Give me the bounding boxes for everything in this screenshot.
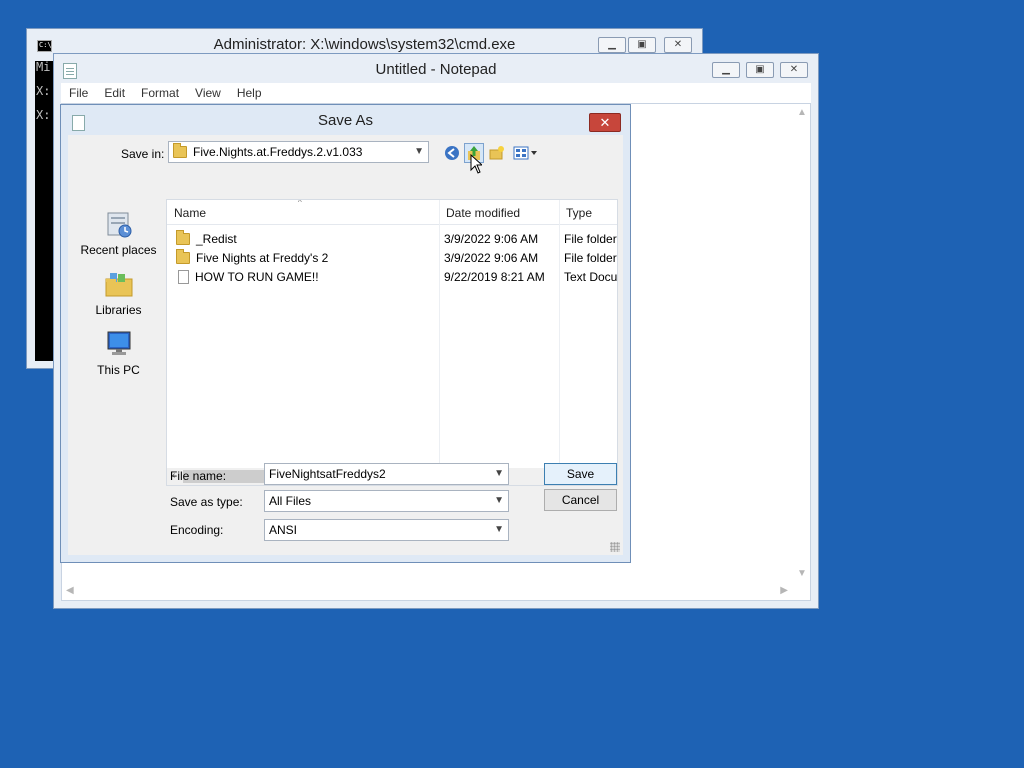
place-label: This PC — [97, 363, 140, 377]
notepad-titlebar[interactable]: Untitled - Notepad ▁ ▣ ✕ — [54, 54, 818, 84]
libraries-icon — [104, 269, 134, 299]
save-as-type-label: Save as type: — [170, 495, 243, 509]
save-in-label: Save in: — [121, 147, 165, 161]
dialog-title: Save As — [317, 112, 374, 129]
view-menu-icon[interactable] — [512, 143, 540, 163]
folder-icon — [176, 248, 190, 264]
file-row[interactable]: Five Nights at Freddy's 2 3/9/2022 9:06 … — [167, 248, 617, 267]
mouse-cursor-icon — [470, 154, 482, 174]
column-date-modified[interactable]: Date modified — [446, 206, 520, 220]
cancel-button[interactable]: Cancel — [544, 489, 617, 511]
menu-bar: File Edit Format View Help — [61, 83, 811, 103]
encoding-dropdown[interactable]: ANSI ▼ — [264, 519, 509, 541]
close-icon[interactable]: ✕ — [664, 37, 692, 53]
scroll-left-icon[interactable]: ◀ — [66, 586, 74, 596]
encoding-value: ANSI — [269, 523, 298, 537]
chevron-down-icon: ▼ — [414, 146, 424, 157]
save-as-type-dropdown[interactable]: All Files ▼ — [264, 490, 509, 512]
new-folder-icon[interactable] — [487, 143, 507, 163]
recent-places-icon — [104, 209, 134, 239]
file-row[interactable]: _Redist 3/9/2022 9:06 AM File folder — [167, 229, 617, 248]
place-this-pc[interactable]: This PC — [70, 329, 167, 377]
save-in-value: Five.Nights.at.Freddys.2.v1.033 — [193, 145, 363, 159]
notepad-title: Untitled - Notepad — [375, 61, 497, 78]
menu-file[interactable]: File — [61, 86, 96, 100]
this-pc-icon — [104, 329, 134, 359]
close-icon[interactable]: ✕ — [589, 113, 621, 132]
place-label: Recent places — [80, 243, 157, 257]
vertical-scrollbar[interactable]: ▲ ▼ — [793, 104, 810, 583]
column-type[interactable]: Type — [566, 206, 592, 220]
place-label: Libraries — [95, 303, 142, 317]
horizontal-scrollbar[interactable]: ◀ ▶ — [62, 583, 810, 600]
scroll-right-icon[interactable]: ▶ — [780, 586, 788, 596]
place-libraries[interactable]: Libraries — [70, 269, 167, 317]
column-header-row: Name ^ Date modified Type — [167, 200, 617, 225]
maximize-icon[interactable]: ▣ — [746, 62, 774, 78]
column-name[interactable]: Name — [174, 206, 206, 220]
places-bar: Recent places Libraries This PC — [70, 201, 167, 471]
file-name-value: FiveNightsatFreddys2 — [269, 467, 386, 481]
sort-ascending-icon: ^ — [298, 199, 302, 207]
minimize-icon[interactable]: ▁ — [712, 62, 740, 78]
save-as-type-value: All Files — [269, 494, 312, 508]
file-row[interactable]: HOW TO RUN GAME!! 9/22/2019 8:21 AM Text… — [167, 267, 617, 286]
back-icon[interactable] — [442, 143, 462, 163]
scroll-up-icon[interactable]: ▲ — [797, 108, 807, 118]
file-name-input[interactable]: FiveNightsatFreddys2 ▼ — [264, 463, 509, 485]
encoding-label: Encoding: — [170, 523, 224, 537]
folder-icon — [176, 229, 190, 245]
file-list[interactable]: Name ^ Date modified Type _Redist 3/9/20… — [166, 199, 618, 486]
maximize-icon[interactable]: ▣ — [628, 37, 656, 53]
file-type: File folder — [564, 231, 617, 246]
menu-help[interactable]: Help — [229, 86, 270, 100]
file-date: 3/9/2022 9:06 AM — [444, 250, 539, 265]
file-date: 3/9/2022 9:06 AM — [444, 231, 539, 246]
close-icon[interactable]: ✕ — [780, 62, 808, 78]
file-type: Text Docu — [564, 269, 618, 284]
dialog-titlebar[interactable]: Save As ✕ — [61, 105, 630, 135]
chevron-down-icon: ▼ — [494, 524, 504, 535]
file-name: HOW TO RUN GAME!! — [195, 269, 319, 284]
file-name: _Redist — [196, 231, 237, 246]
menu-format[interactable]: Format — [133, 86, 187, 100]
file-name: Five Nights at Freddy's 2 — [196, 250, 329, 265]
file-type: File folder — [564, 250, 617, 265]
scroll-down-icon[interactable]: ▼ — [797, 569, 807, 579]
chevron-down-icon: ▼ — [494, 495, 504, 506]
folder-icon — [173, 143, 187, 158]
save-as-dialog[interactable]: Save As ✕ Save in: Five.Nights.at.Freddy… — [60, 104, 631, 563]
place-recent-places[interactable]: Recent places — [70, 209, 167, 257]
file-name-label: File name: — [170, 469, 227, 483]
save-button[interactable]: Save — [544, 463, 617, 485]
minimize-icon[interactable]: ▁ — [598, 37, 626, 53]
dialog-body: Save in: Five.Nights.at.Freddys.2.v1.033… — [68, 135, 623, 555]
chevron-down-icon[interactable]: ▼ — [494, 468, 504, 479]
menu-edit[interactable]: Edit — [96, 86, 133, 100]
file-date: 9/22/2019 8:21 AM — [444, 269, 545, 284]
menu-view[interactable]: View — [187, 86, 229, 100]
save-in-dropdown[interactable]: Five.Nights.at.Freddys.2.v1.033 ▼ — [168, 141, 429, 163]
text-document-icon — [178, 269, 189, 284]
resize-grip-icon[interactable] — [610, 542, 620, 552]
